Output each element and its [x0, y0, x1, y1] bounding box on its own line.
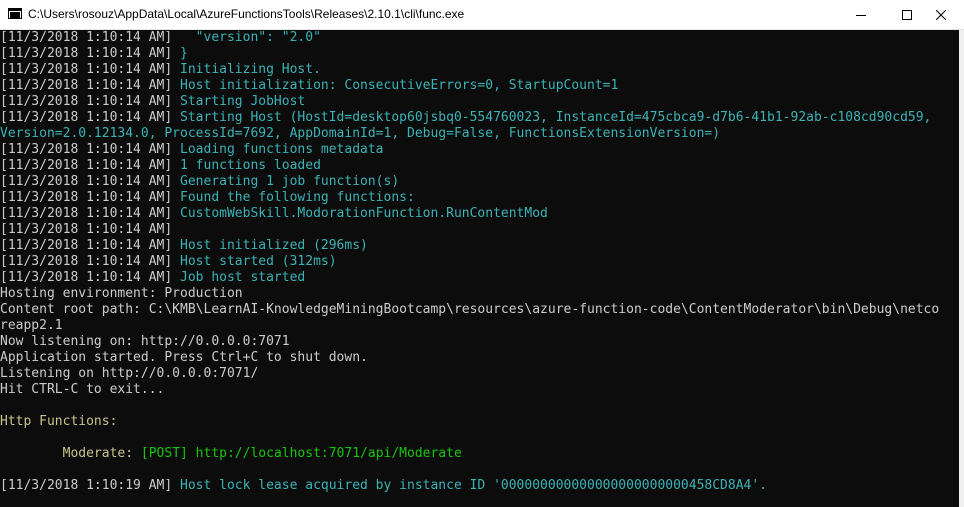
log-line: [11/3/2018 1:10:14 AM] Host initializati… [0, 78, 619, 93]
log-line: [11/3/2018 1:10:14 AM] Initializing Host… [0, 62, 321, 77]
log-line: [11/3/2018 1:10:14 AM] Generating 1 job … [0, 174, 400, 189]
function-route: [POST] http://localhost:7071/api/Moderat… [133, 446, 462, 461]
log-line: [11/3/2018 1:10:19 AM] Host lock lease a… [0, 478, 768, 493]
vertical-scrollbar[interactable] [959, 30, 964, 507]
log-line: [11/3/2018 1:10:14 AM] Starting Host (Ho… [0, 110, 932, 125]
log-line: [11/3/2018 1:10:14 AM] Host started (312… [0, 254, 337, 269]
function-name: Moderate: [0, 446, 134, 461]
function-entry: Moderate: [POST] http://localhost:7071/a… [0, 446, 959, 462]
log-line: [11/3/2018 1:10:14 AM] [0, 222, 173, 237]
content-root-line-continued: reapp2.1 [0, 318, 63, 333]
console-app-icon [8, 8, 22, 19]
log-line: [11/3/2018 1:10:14 AM] Found the followi… [0, 190, 415, 205]
log-line: [11/3/2018 1:10:14 AM] Host initialized … [0, 238, 368, 253]
log-line-continued: Version=2.0.12134.0, ProcessId=7692, App… [0, 126, 721, 141]
log-line: [11/3/2018 1:10:14 AM] } [0, 46, 188, 61]
hosting-environment-line: Hosting environment: Production [0, 286, 243, 301]
title-bar[interactable]: C:\Users\rosouz\AppData\Local\AzureFunct… [0, 0, 964, 30]
content-root-line: Content root path: C:\KMB\LearnAI-Knowle… [0, 302, 940, 317]
log-line: [11/3/2018 1:10:14 AM] Job host started [0, 270, 306, 285]
minimize-button[interactable] [838, 0, 884, 29]
listening-on-line: Listening on http://0.0.0.0:7071/ [0, 366, 259, 381]
log-line: [11/3/2018 1:10:14 AM] CustomWebSkill.Mo… [0, 206, 548, 221]
console-output[interactable]: [11/3/2018 1:10:14 AM] "version": "2.0" … [0, 30, 959, 507]
log-line: [11/3/2018 1:10:14 AM] Starting JobHost [0, 94, 306, 109]
log-line: [11/3/2018 1:10:14 AM] 1 functions loade… [0, 158, 321, 173]
close-icon [936, 9, 946, 20]
minimize-icon [856, 14, 866, 16]
log-line: [11/3/2018 1:10:14 AM] "version": "2.0" [0, 30, 321, 45]
http-functions-header: Http Functions: [0, 414, 118, 429]
maximize-icon [902, 9, 912, 20]
hit-ctrl-c-line: Hit CTRL-C to exit... [0, 382, 165, 397]
app-started-line: Application started. Press Ctrl+C to shu… [0, 350, 368, 365]
window-title: C:\Users\rosouz\AppData\Local\AzureFunct… [28, 7, 465, 21]
close-button[interactable] [918, 0, 964, 29]
now-listening-line: Now listening on: http://0.0.0.0:7071 [0, 334, 290, 349]
log-line: [11/3/2018 1:10:14 AM] Loading functions… [0, 142, 384, 157]
